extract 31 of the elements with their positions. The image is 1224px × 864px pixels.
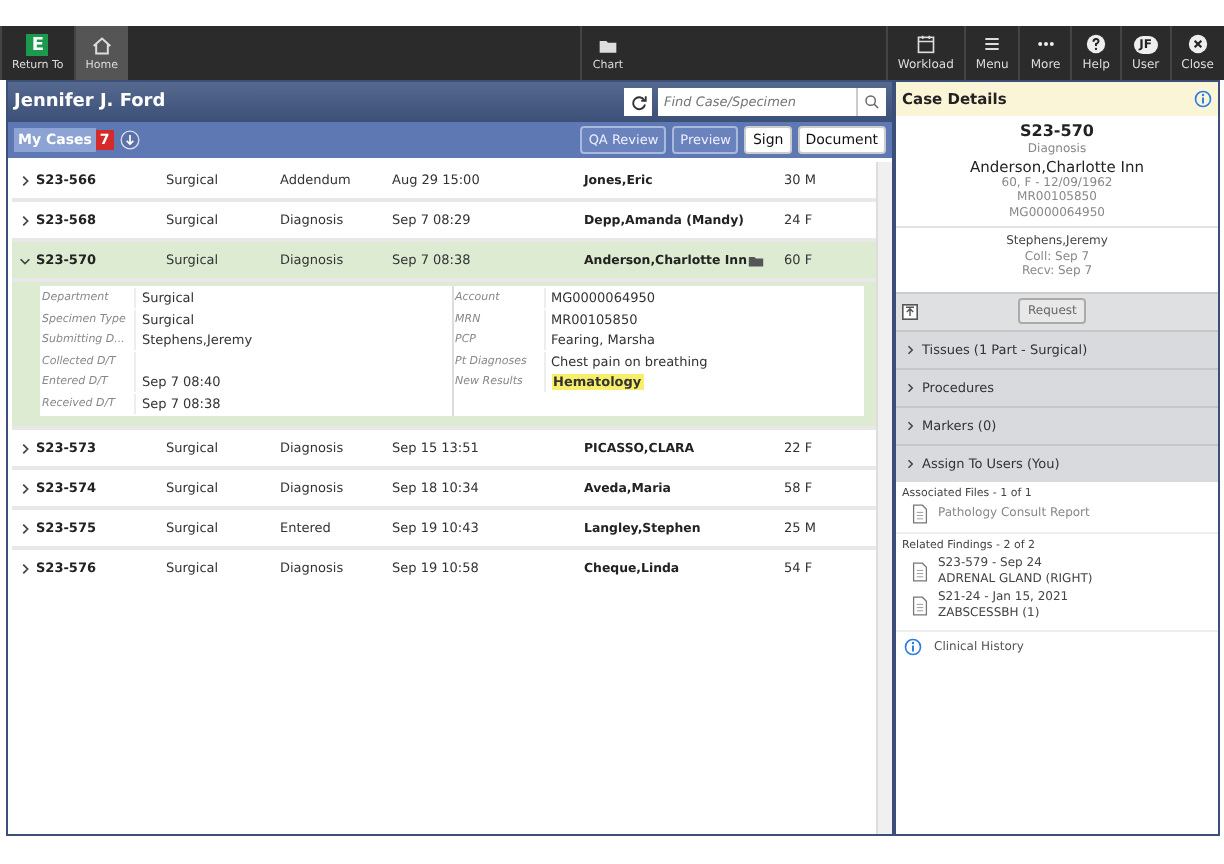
chevron-icon	[904, 343, 916, 356]
chevron-icon	[904, 457, 916, 470]
document-icon	[912, 503, 928, 524]
chevron-icon[interactable]	[18, 521, 32, 535]
upload-icon[interactable]	[902, 303, 918, 320]
case-id: S23-570	[1020, 122, 1094, 142]
calendar-icon	[915, 34, 936, 54]
info-icon[interactable]	[1194, 90, 1212, 108]
folder-icon	[597, 35, 618, 55]
refresh-button[interactable]	[624, 88, 652, 116]
chevron-icon[interactable]	[18, 213, 32, 227]
help-icon	[1086, 34, 1107, 54]
chevron-icon[interactable]	[18, 561, 32, 575]
home-icon	[91, 35, 112, 55]
menu-icon	[982, 34, 1003, 54]
scrollbar[interactable]	[876, 162, 892, 834]
document-icon	[912, 596, 928, 617]
info-icon	[904, 638, 922, 657]
document-icon	[912, 561, 928, 582]
logo-icon: E	[26, 34, 49, 56]
down-arrow-icon[interactable]	[119, 130, 140, 150]
close-icon	[1187, 34, 1208, 54]
refresh-icon	[629, 93, 647, 111]
user-name: Jennifer J. Ford	[14, 92, 168, 112]
chevron-icon	[904, 419, 916, 432]
chevron-icon[interactable]	[18, 173, 32, 187]
chevron-icon	[904, 381, 916, 394]
chevron-icon[interactable]	[18, 253, 32, 267]
search-icon[interactable]	[856, 88, 886, 116]
chevron-icon[interactable]	[18, 441, 32, 455]
chevron-icon[interactable]	[18, 481, 32, 495]
